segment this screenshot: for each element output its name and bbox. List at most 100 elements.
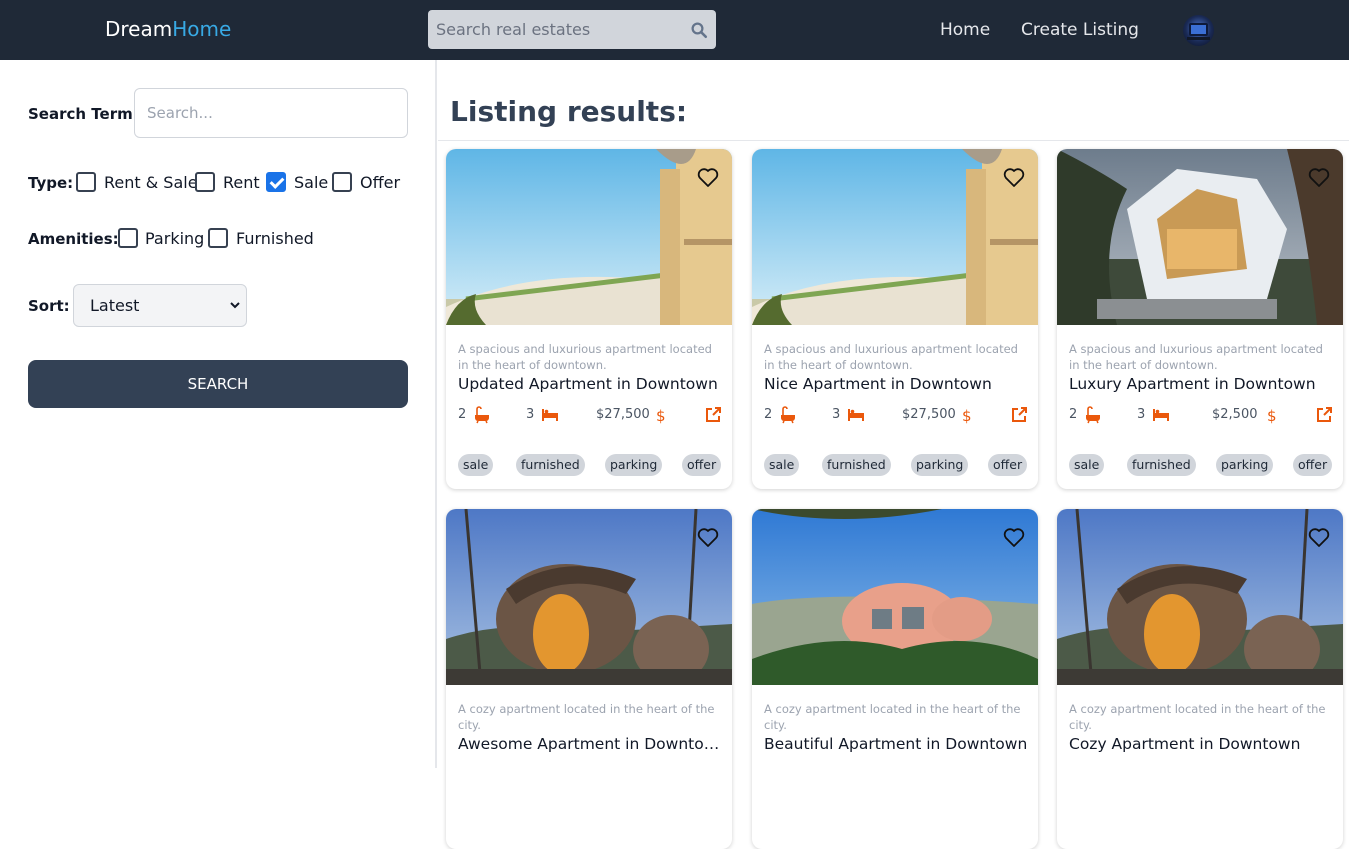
svg-text:$: $ xyxy=(962,407,972,424)
listing-title[interactable]: Awesome Apartment in Downtown xyxy=(458,735,724,753)
listing-card[interactable]: A cozy apartment located in the heart of… xyxy=(446,509,732,849)
tag-badge: sale xyxy=(458,454,494,476)
header-search-input[interactable] xyxy=(428,10,678,49)
bed-count: 3 xyxy=(526,407,535,422)
listing-title[interactable]: Cozy Apartment in Downtown xyxy=(1069,735,1335,753)
amenity-parking-checkbox[interactable] xyxy=(118,228,138,248)
sort-label: Sort: xyxy=(28,297,70,315)
external-link-icon[interactable] xyxy=(1010,406,1028,424)
type-rent-label: Rent xyxy=(223,173,260,192)
heart-icon[interactable] xyxy=(696,525,720,549)
external-link-icon[interactable] xyxy=(704,406,722,424)
type-sale-checkbox[interactable] xyxy=(266,172,286,192)
listing-price: $27,500 xyxy=(902,407,956,422)
tag-badge: parking xyxy=(911,454,969,476)
listing-image[interactable] xyxy=(752,149,1038,325)
type-rent-checkbox[interactable] xyxy=(195,172,215,192)
bed-icon xyxy=(1153,409,1169,421)
external-link-icon[interactable] xyxy=(1315,406,1333,424)
chevron-down-icon xyxy=(230,302,240,309)
heart-icon[interactable] xyxy=(1002,525,1026,549)
amenity-parking-label: Parking xyxy=(145,229,205,248)
dollar-icon: $ xyxy=(656,407,666,424)
logo[interactable]: DreamHome xyxy=(105,17,231,41)
listing-description: A cozy apartment located in the heart of… xyxy=(458,702,715,732)
listing-description: A cozy apartment located in the heart of… xyxy=(1069,702,1326,732)
listing-stats: 2 3 $27,500 $ xyxy=(458,406,722,426)
dollar-icon: $ xyxy=(962,407,972,424)
listing-stats: 2 3 $27,500 $ xyxy=(764,406,1028,426)
header-search-bar xyxy=(428,10,716,49)
amenity-furnished-label: Furnished xyxy=(236,229,314,248)
listing-card[interactable]: A cozy apartment located in the heart of… xyxy=(1057,509,1343,849)
listing-title[interactable]: Luxury Apartment in Downtown xyxy=(1069,375,1335,393)
tag-badge: sale xyxy=(764,454,800,476)
listing-title[interactable]: Beautiful Apartment in Downtown xyxy=(764,735,1030,753)
bed-count: 3 xyxy=(832,407,841,422)
listing-image[interactable] xyxy=(446,509,732,685)
listing-card[interactable]: A spacious and luxurious apartment locat… xyxy=(446,149,732,489)
heart-icon[interactable] xyxy=(1002,165,1026,189)
sort-selected-value: Latest xyxy=(90,296,140,315)
tag-badge: furnished xyxy=(516,454,585,476)
search-button[interactable]: SEARCH xyxy=(28,360,408,408)
listing-image[interactable] xyxy=(446,149,732,325)
bath-count: 2 xyxy=(1069,407,1078,422)
user-avatar[interactable] xyxy=(1183,15,1214,46)
listing-stats: 2 3 $2,500 $ xyxy=(1069,406,1333,426)
listing-title[interactable]: Nice Apartment in Downtown xyxy=(764,375,1030,393)
heart-icon[interactable] xyxy=(696,165,720,189)
amenities-label: Amenities: xyxy=(28,230,119,248)
listing-card[interactable]: A spacious and luxurious apartment locat… xyxy=(1057,149,1343,489)
listing-description: A spacious and luxurious apartment locat… xyxy=(1069,342,1323,372)
bed-count: 3 xyxy=(1137,407,1146,422)
logo-text-home: Home xyxy=(172,17,232,41)
amenity-furnished-checkbox[interactable] xyxy=(208,228,228,248)
listing-description: A spacious and luxurious apartment locat… xyxy=(764,342,1018,372)
type-sale-label: Sale xyxy=(294,173,329,192)
listing-price: $2,500 xyxy=(1212,407,1258,422)
filter-sidebar: Search Term: Type: Rent & Sale Rent Sale… xyxy=(0,60,437,768)
dollar-icon: $ xyxy=(1267,407,1277,424)
nav-home-link[interactable]: Home xyxy=(940,20,990,40)
bathtub-icon xyxy=(1086,406,1100,424)
tag-badge: parking xyxy=(1216,454,1274,476)
tag-badge: sale xyxy=(1069,454,1105,476)
listing-description: A spacious and luxurious apartment locat… xyxy=(458,342,712,372)
top-navbar: DreamHome Home Create Listing xyxy=(0,0,1349,60)
tag-badge: offer xyxy=(682,454,722,476)
type-rent-sale-checkbox[interactable] xyxy=(76,172,96,192)
type-rent-sale-label: Rent & Sale xyxy=(104,173,198,192)
type-offer-label: Offer xyxy=(360,173,401,192)
listing-image[interactable] xyxy=(752,509,1038,685)
nav-create-listing-link[interactable]: Create Listing xyxy=(1021,20,1139,40)
sort-select[interactable]: Latest xyxy=(73,284,247,327)
bed-icon xyxy=(848,409,864,421)
tag-badge: offer xyxy=(988,454,1028,476)
search-term-input[interactable] xyxy=(134,88,408,138)
tag-badge: offer xyxy=(1293,454,1333,476)
listing-description: A cozy apartment located in the heart of… xyxy=(764,702,1021,732)
logo-text-dream: Dream xyxy=(105,17,173,41)
listing-card[interactable]: A cozy apartment located in the heart of… xyxy=(752,509,1038,849)
type-label: Type: xyxy=(28,174,74,192)
svg-text:$: $ xyxy=(656,407,666,424)
bath-count: 2 xyxy=(458,407,467,422)
listing-image[interactable] xyxy=(1057,509,1343,685)
listing-image[interactable] xyxy=(1057,149,1343,325)
search-term-label: Search Term: xyxy=(28,105,139,123)
heart-icon[interactable] xyxy=(1307,165,1331,189)
svg-text:$: $ xyxy=(1267,407,1277,424)
listing-card[interactable]: A spacious and luxurious apartment locat… xyxy=(752,149,1038,489)
tag-badge: parking xyxy=(605,454,663,476)
heart-icon[interactable] xyxy=(1307,525,1331,549)
listing-price: $27,500 xyxy=(596,407,650,422)
tag-badge: furnished xyxy=(1127,454,1196,476)
avatar-image-icon xyxy=(1187,23,1210,40)
tag-badge: furnished xyxy=(822,454,891,476)
type-offer-checkbox[interactable] xyxy=(332,172,352,192)
listing-title[interactable]: Updated Apartment in Downtown xyxy=(458,375,724,393)
search-icon[interactable] xyxy=(690,21,708,39)
bed-icon xyxy=(542,409,558,421)
bath-count: 2 xyxy=(764,407,773,422)
